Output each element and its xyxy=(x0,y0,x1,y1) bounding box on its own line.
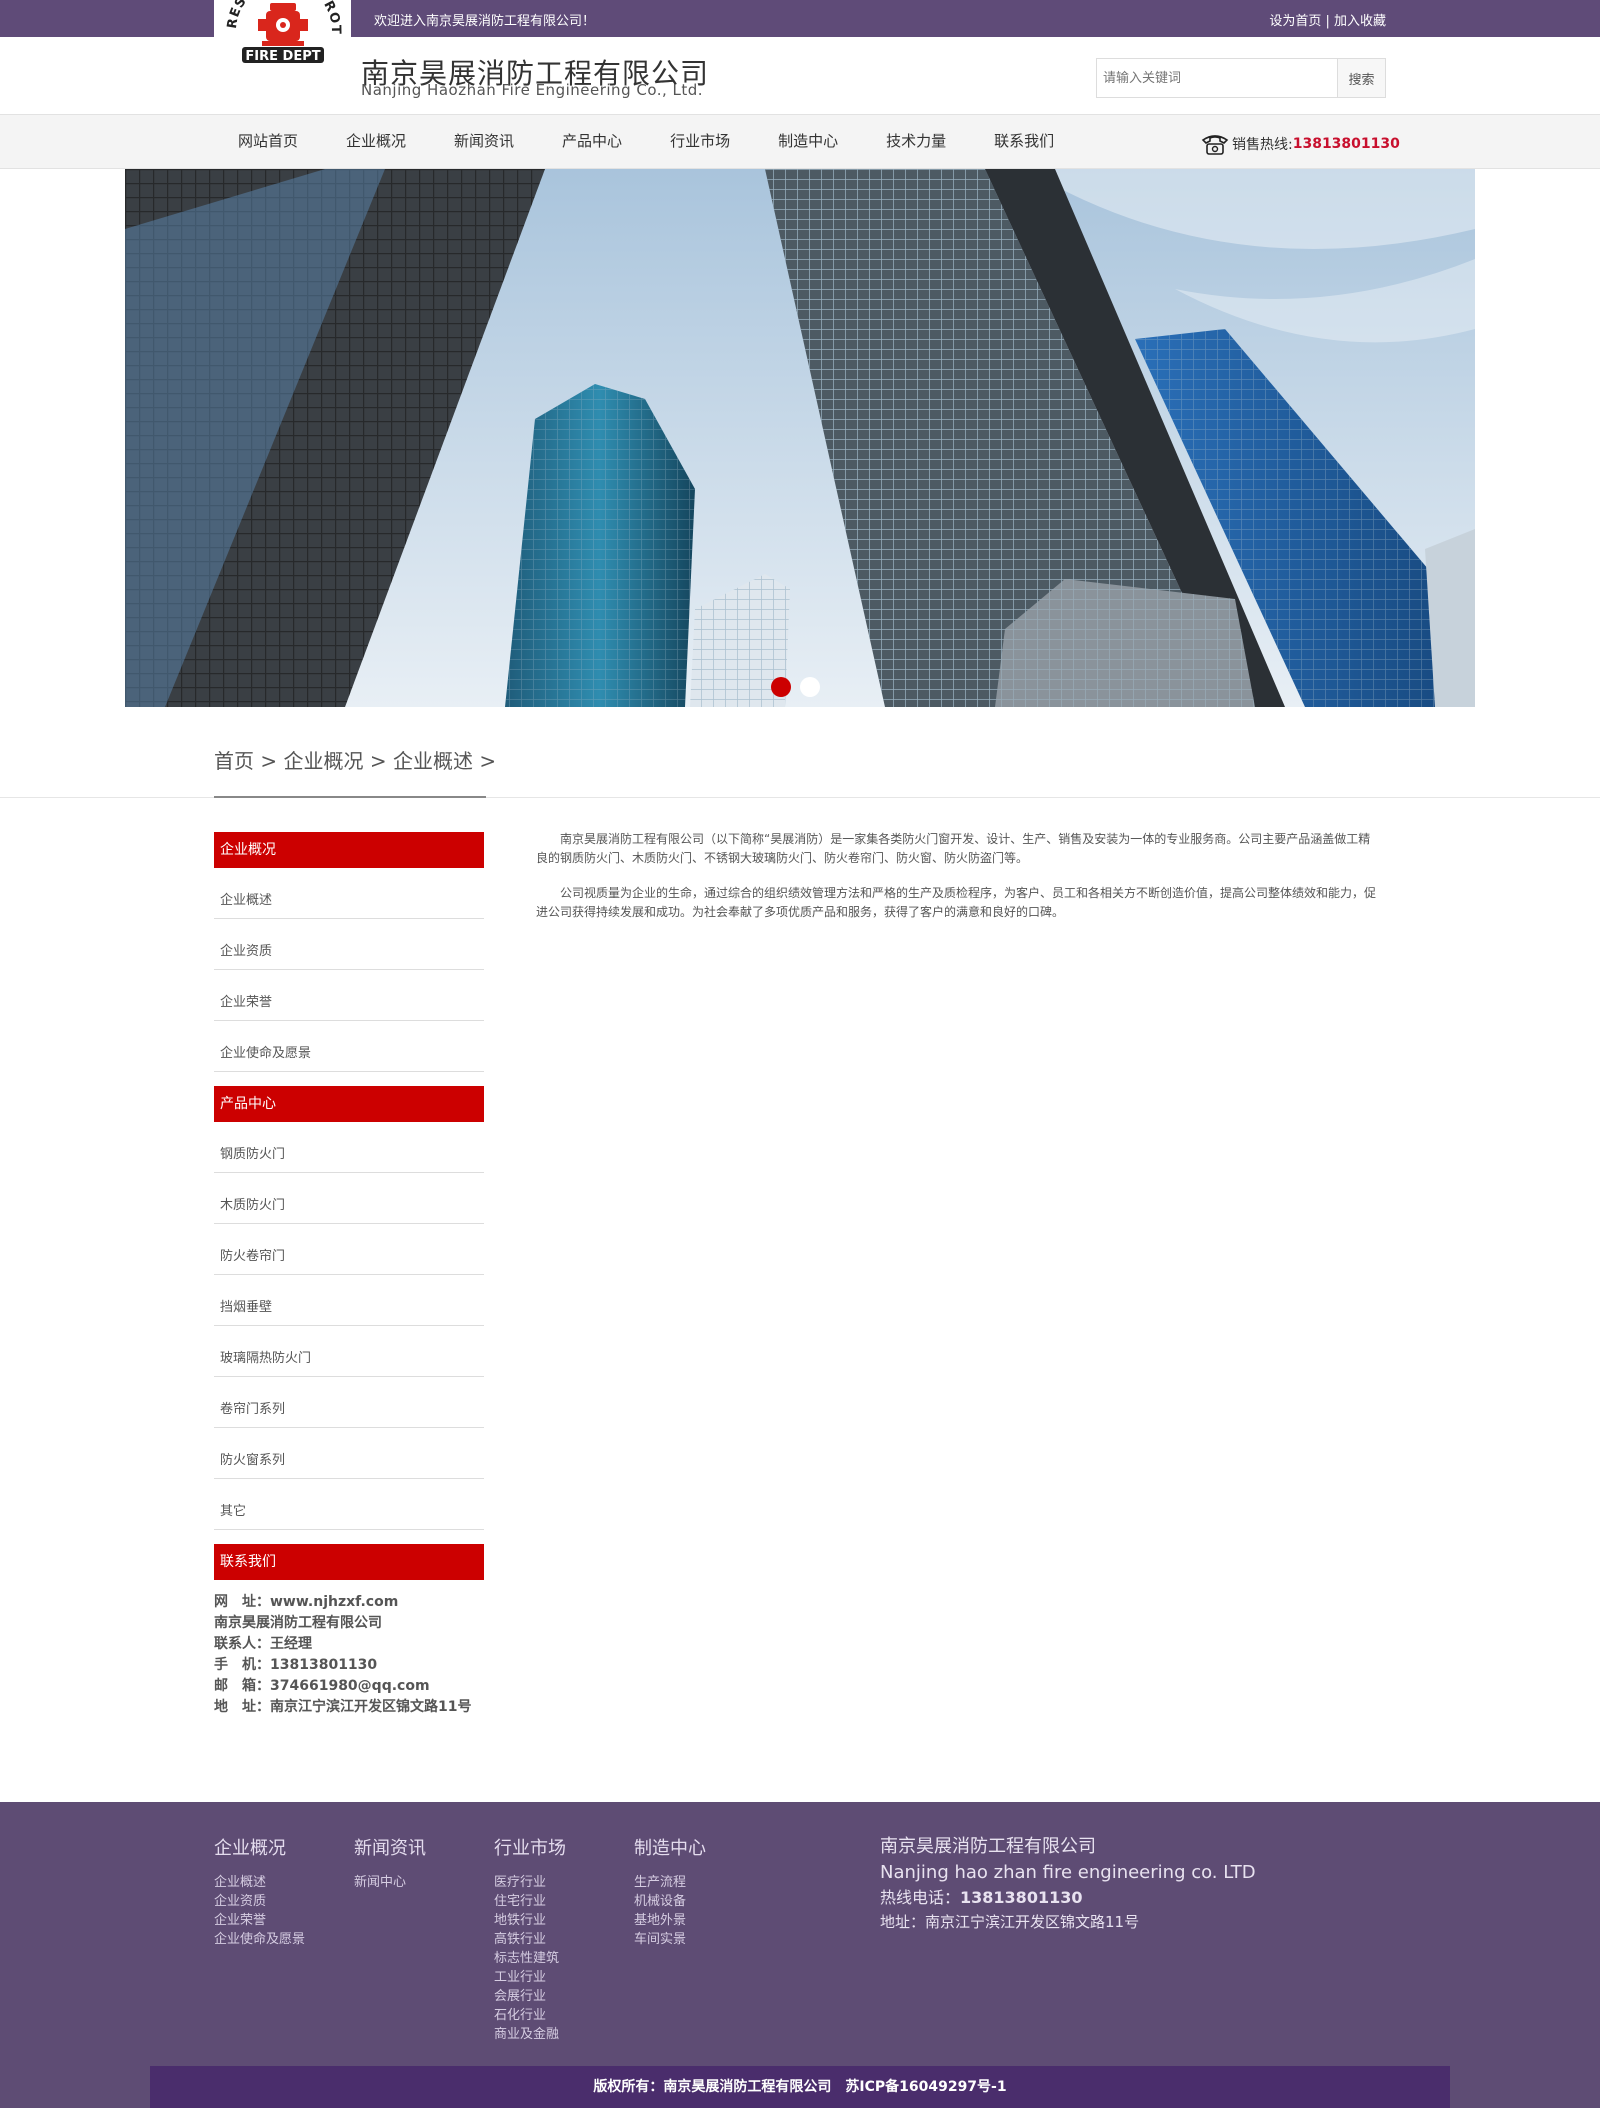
nav-item-home[interactable]: 网站首页 xyxy=(214,115,322,168)
search-button[interactable]: 搜索 xyxy=(1337,59,1385,97)
sidebar-item-wood-door[interactable]: 木质防火门 xyxy=(214,1173,484,1224)
footer-link[interactable]: 企业荣誉 xyxy=(214,1911,305,1930)
sidebar-item-glass-door[interactable]: 玻璃隔热防火门 xyxy=(214,1326,484,1377)
hotline-number: 13813801130 xyxy=(1292,136,1400,152)
sidebar-item-smoke-barrier[interactable]: 挡烟垂壁 xyxy=(214,1275,484,1326)
logo-badge-text: FIRE DEPT xyxy=(245,49,320,64)
sidebar-item-mission[interactable]: 企业使命及愿景 xyxy=(214,1021,484,1072)
sidebar-item-steel-door[interactable]: 钢质防火门 xyxy=(214,1122,484,1173)
banner-dots xyxy=(771,677,820,697)
breadcrumb-sep: > xyxy=(254,749,284,773)
nav-item-technology[interactable]: 技术力量 xyxy=(862,115,970,168)
sidebar-item-overview[interactable]: 企业概述 xyxy=(214,868,484,919)
content-paragraph: 公司视质量为企业的生命，通过综合的组织绩效管理方法和严格的生产及质检程序，为客户… xyxy=(536,886,1377,919)
logo[interactable]: RESCUE AND PROTECTION FIRE DEPT xyxy=(214,0,351,113)
banner-image xyxy=(125,169,1475,707)
breadcrumb-level1[interactable]: 企业概况 xyxy=(283,749,363,773)
nav-item-news[interactable]: 新闻资讯 xyxy=(430,115,538,168)
footer-link[interactable]: 企业资质 xyxy=(214,1892,305,1911)
footer-col-title[interactable]: 新闻资讯 xyxy=(354,1834,426,1860)
top-links: 设为首页 | 加入收藏 xyxy=(1269,10,1386,29)
search-input[interactable] xyxy=(1097,59,1337,97)
breadcrumb-level2[interactable]: 企业概述 xyxy=(393,749,473,773)
footer-link[interactable]: 标志性建筑 xyxy=(494,1949,566,1968)
footer-link[interactable]: 新闻中心 xyxy=(354,1873,426,1892)
hotline-label: 销售热线: xyxy=(1232,137,1293,153)
footer-link[interactable]: 会展行业 xyxy=(494,1987,566,2006)
footer-link[interactable]: 商业及金融 xyxy=(494,2025,566,2044)
footer-link[interactable]: 医疗行业 xyxy=(494,1873,566,1892)
set-home-link[interactable]: 设为首页 xyxy=(1269,14,1321,29)
footer-col-market: 行业市场 医疗行业 住宅行业 地铁行业 高铁行业 标志性建筑 工业行业 会展行业… xyxy=(494,1834,566,2044)
contact-info: 网 址：www.njhzxf.com 南京昊展消防工程有限公司 联系人：王经理 … xyxy=(214,1592,484,1718)
footer-col-title[interactable]: 企业概况 xyxy=(214,1834,305,1860)
banner-dot-1[interactable] xyxy=(771,677,791,697)
nav-item-manufacturing[interactable]: 制造中心 xyxy=(754,115,862,168)
contact-mobile: 手 机：13813801130 xyxy=(214,1657,378,1673)
sidebar-item-window-series[interactable]: 防火窗系列 xyxy=(214,1428,484,1479)
sidebar-title-contact[interactable]: 联系我们 xyxy=(214,1544,484,1580)
contact-address: 地 址：南京江宁滨江开发区锦文路11号 xyxy=(214,1699,472,1715)
contact-email: 邮 箱：374661980@qq.com xyxy=(214,1678,430,1694)
sidebar-item-rolling-shutter[interactable]: 防火卷帘门 xyxy=(214,1224,484,1275)
footer-link[interactable]: 高铁行业 xyxy=(494,1930,566,1949)
footer-link[interactable]: 车间实景 xyxy=(634,1930,706,1949)
footer-address: 地址：南京江宁滨江开发区锦文路11号 xyxy=(880,1913,1140,1931)
contact-website: 网 址：www.njhzxf.com xyxy=(214,1594,399,1610)
footer: 企业概况 企业概述 企业资质 企业荣誉 企业使命及愿景 新闻资讯 新闻中心 行业… xyxy=(0,1802,1600,2108)
hero-banner[interactable] xyxy=(125,169,1475,707)
nav-item-about[interactable]: 企业概况 xyxy=(322,115,430,168)
welcome-text: 欢迎进入南京昊展消防工程有限公司！ xyxy=(374,14,596,29)
footer-company-cn: 南京昊展消防工程有限公司 xyxy=(880,1836,1096,1857)
fire-hydrant-icon xyxy=(258,3,308,46)
sidebar: 企业概况 企业概述 企业资质 企业荣誉 企业使命及愿景 产品中心 钢质防火门 木… xyxy=(214,832,484,1718)
footer-col-title[interactable]: 行业市场 xyxy=(494,1834,566,1860)
breadcrumb-underline xyxy=(214,796,486,798)
nav-item-contact[interactable]: 联系我们 xyxy=(970,115,1078,168)
breadcrumb-sep: > xyxy=(363,749,393,773)
search-box: 搜索 xyxy=(1096,58,1386,98)
sidebar-item-honor[interactable]: 企业荣誉 xyxy=(214,970,484,1021)
footer-col-news: 新闻资讯 新闻中心 xyxy=(354,1834,426,1892)
add-favorite-link[interactable]: 加入收藏 xyxy=(1334,14,1386,29)
link-separator: | xyxy=(1321,14,1334,29)
nav-item-products[interactable]: 产品中心 xyxy=(538,115,646,168)
footer-col-about: 企业概况 企业概述 企业资质 企业荣誉 企业使命及愿景 xyxy=(214,1834,305,1949)
breadcrumb-home[interactable]: 首页 xyxy=(214,749,254,773)
footer-company-en: Nanjing hao zhan fire engineering co. LT… xyxy=(880,1862,1256,1883)
main-content: 南京昊展消防工程有限公司（以下简称“昊展消防）是一家集各类防火门窗开发、设计、生… xyxy=(536,830,1378,938)
telephone-icon xyxy=(1201,135,1229,155)
footer-link[interactable]: 生产流程 xyxy=(634,1873,706,1892)
footer-company-info: 南京昊展消防工程有限公司 Nanjing hao zhan fire engin… xyxy=(880,1834,1256,1934)
footer-link[interactable]: 企业使命及愿景 xyxy=(214,1930,305,1949)
footer-col-manufacturing: 制造中心 生产流程 机械设备 基地外景 车间实景 xyxy=(634,1834,706,1949)
footer-link[interactable]: 石化行业 xyxy=(494,2006,566,2025)
footer-link[interactable]: 机械设备 xyxy=(634,1892,706,1911)
footer-col-title[interactable]: 制造中心 xyxy=(634,1834,706,1860)
footer-link[interactable]: 工业行业 xyxy=(494,1968,566,1987)
company-name-en: Nanjing Haozhan Fire Engineering Co., Lt… xyxy=(361,81,704,99)
breadcrumb: 首页 > 企业概况 > 企业概述 > xyxy=(214,745,496,774)
sidebar-title-about[interactable]: 企业概况 xyxy=(214,832,484,868)
sidebar-title-products[interactable]: 产品中心 xyxy=(214,1086,484,1122)
footer-link[interactable]: 基地外景 xyxy=(634,1911,706,1930)
contact-company: 南京昊展消防工程有限公司 xyxy=(214,1615,382,1631)
footer-phone-number: 13813801130 xyxy=(960,1888,1083,1907)
sidebar-item-qualification[interactable]: 企业资质 xyxy=(214,919,484,970)
footer-link[interactable]: 住宅行业 xyxy=(494,1892,566,1911)
breadcrumb-trail: > xyxy=(472,749,497,773)
copyright-bar: 版权所有：南京昊展消防工程有限公司 苏ICP备16049297号-1 xyxy=(150,2066,1450,2108)
banner-dot-2[interactable] xyxy=(800,677,820,697)
nav-item-market[interactable]: 行业市场 xyxy=(646,115,754,168)
sales-hotline: 销售热线: 13813801130 xyxy=(1200,132,1400,156)
footer-phone: 热线电话：13813801130 xyxy=(880,1886,1256,1910)
contact-person: 联系人：王经理 xyxy=(214,1636,312,1652)
content-paragraph: 南京昊展消防工程有限公司（以下简称“昊展消防）是一家集各类防火门窗开发、设计、生… xyxy=(536,832,1371,865)
sidebar-item-other[interactable]: 其它 xyxy=(214,1479,484,1530)
main-nav: 网站首页 企业概况 新闻资讯 产品中心 行业市场 制造中心 技术力量 联系我们 … xyxy=(0,114,1600,169)
footer-phone-label: 热线电话： xyxy=(880,1888,961,1907)
sidebar-item-shutter-series[interactable]: 卷帘门系列 xyxy=(214,1377,484,1428)
footer-link[interactable]: 企业概述 xyxy=(214,1873,305,1892)
footer-link[interactable]: 地铁行业 xyxy=(494,1911,566,1930)
